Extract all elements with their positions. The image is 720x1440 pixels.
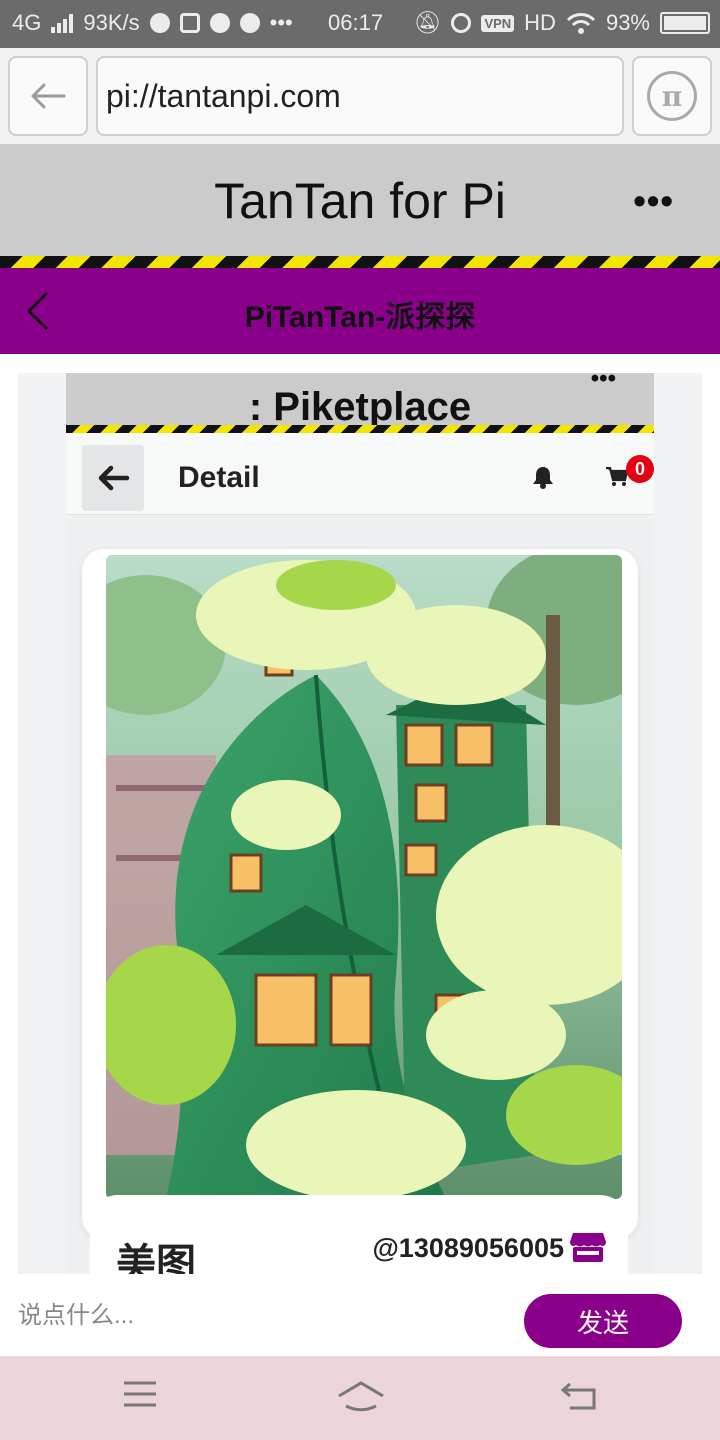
back-arrow-icon xyxy=(31,83,66,109)
embedded-menu-button[interactable]: ••• xyxy=(591,373,616,393)
embedded-app: : Piketplace ••• Detail 0 美图 @1308905600… xyxy=(66,373,654,1274)
alarm-icon xyxy=(451,13,472,33)
network-speed: 93K/s xyxy=(83,10,140,35)
battery-icon xyxy=(660,12,710,34)
back-arrow-icon xyxy=(98,465,130,491)
vpn-badge: VPN xyxy=(481,14,515,32)
status-bar: 4G 93K/s ••• 06:17 🔕︎ VPN HD 93% xyxy=(0,0,720,48)
signal-icon xyxy=(51,13,74,33)
page-title: PiTanTan-派探探 xyxy=(244,301,476,334)
browser-back-button[interactable] xyxy=(8,56,88,136)
store-icon[interactable] xyxy=(570,1231,606,1263)
system-nav-bar xyxy=(0,1356,720,1440)
menu-icon[interactable] xyxy=(122,1380,158,1408)
detail-bar: Detail 0 xyxy=(66,433,654,515)
app-header: TanTan for Pi ••• xyxy=(0,144,720,256)
hazard-stripe xyxy=(0,256,720,268)
mute-icon: 🔕︎ xyxy=(413,10,442,35)
return-icon[interactable] xyxy=(560,1380,598,1412)
wifi-icon xyxy=(566,13,596,34)
pi-icon: π xyxy=(647,71,697,121)
url-text: pi://tantanpi.com xyxy=(106,77,341,114)
pi-browser-button[interactable]: π xyxy=(632,56,712,136)
product-image[interactable] xyxy=(106,555,622,1199)
comment-bar: 发送 xyxy=(0,1274,720,1356)
weibo-icon xyxy=(149,13,170,33)
app-notification-icon xyxy=(209,13,230,33)
url-field[interactable]: pi://tantanpi.com xyxy=(96,56,624,136)
status-time: 06:17 xyxy=(328,10,384,35)
cart-count-badge: 0 xyxy=(626,455,654,483)
send-button[interactable]: 发送 xyxy=(524,1294,682,1348)
home-icon[interactable] xyxy=(336,1380,386,1412)
embedded-title: : Piketplace xyxy=(248,385,472,429)
battery-percent: 93% xyxy=(605,10,650,35)
comment-input[interactable] xyxy=(18,1294,498,1338)
seller-id[interactable]: @13089056005 xyxy=(372,1233,564,1264)
cart-icon[interactable] xyxy=(606,467,628,487)
more-menu-button[interactable]: ••• xyxy=(633,180,674,222)
network-type: 4G xyxy=(12,10,42,35)
page-nav-bar: PiTanTan-派探探 xyxy=(0,268,720,354)
more-notifications-icon: ••• xyxy=(269,10,293,35)
embedded-hazard-stripe xyxy=(66,425,654,433)
detail-back-button[interactable] xyxy=(82,445,144,511)
content-area[interactable]: : Piketplace ••• Detail 0 美图 @1308905600… xyxy=(0,354,720,1274)
embedded-frame: : Piketplace ••• Detail 0 美图 @1308905600… xyxy=(18,373,702,1274)
bell-icon[interactable] xyxy=(532,465,554,489)
hd-badge: HD xyxy=(524,10,556,35)
product-card[interactable] xyxy=(82,549,638,1239)
item-info-card: 美图 @13089056005 xyxy=(90,1195,628,1274)
app-title: TanTan for Pi xyxy=(214,173,506,229)
detail-title: Detail xyxy=(178,461,260,494)
play-icon xyxy=(179,13,200,33)
embedded-header: : Piketplace ••• xyxy=(66,373,654,429)
browser-toolbar: pi://tantanpi.com π xyxy=(0,48,720,144)
app-notification-icon xyxy=(239,13,260,33)
item-name: 美图 xyxy=(116,1242,196,1274)
